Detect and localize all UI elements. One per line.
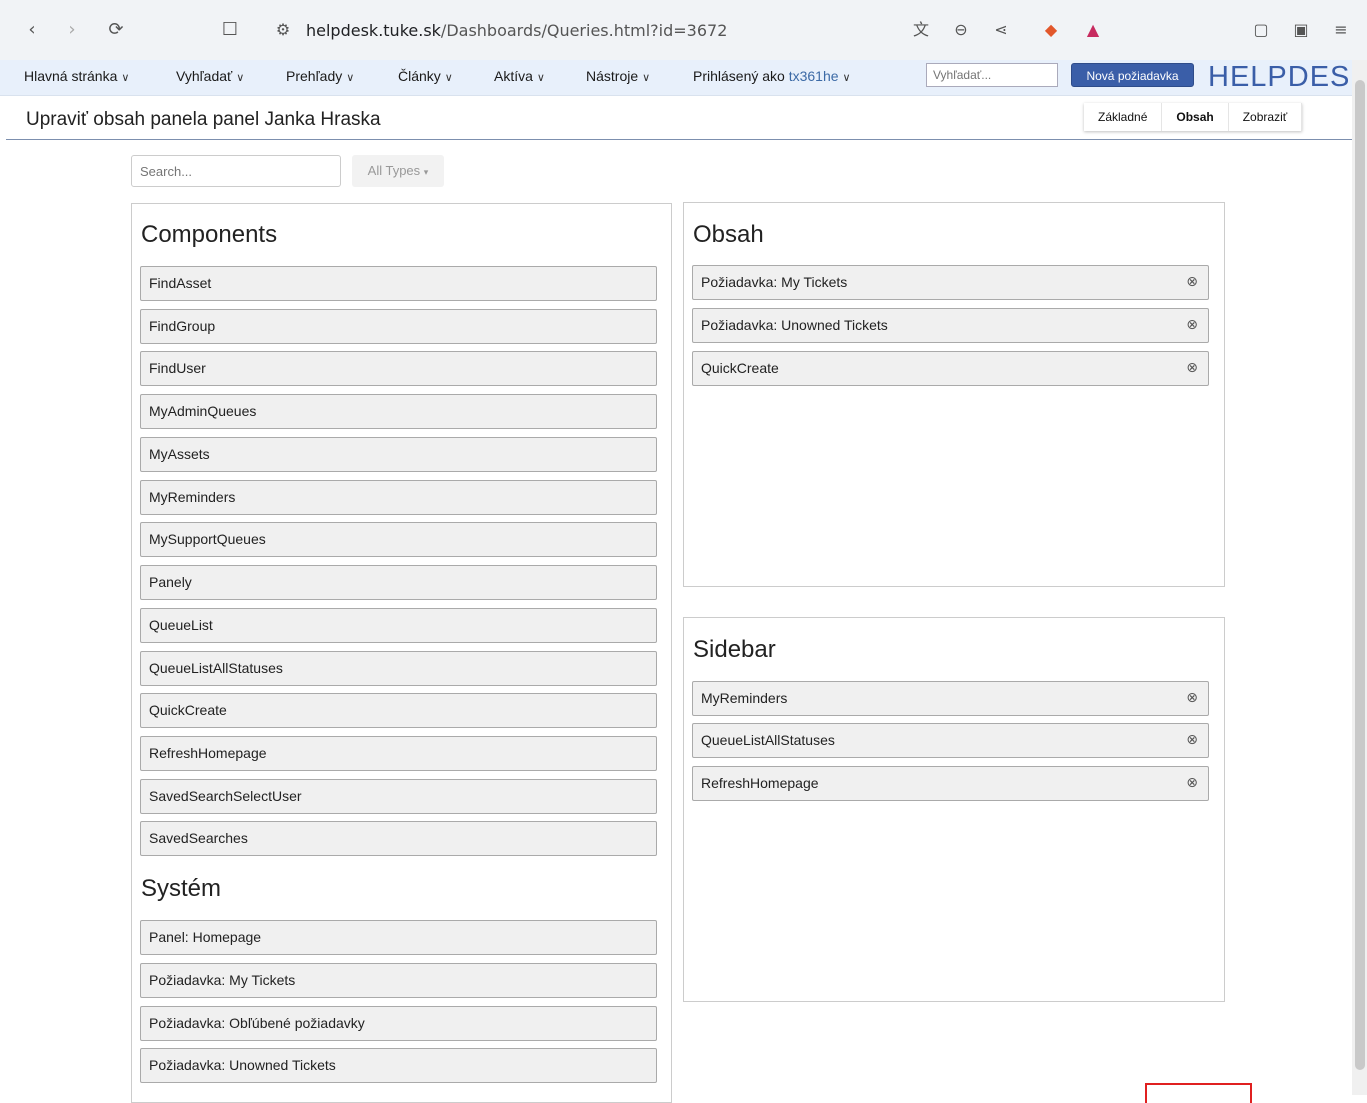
- list-item[interactable]: MyReminders ⊗: [692, 681, 1209, 716]
- list-item[interactable]: QueueListAllStatuses ⊗: [692, 723, 1209, 758]
- chevron-down-icon: ∨: [444, 72, 453, 84]
- list-item[interactable]: Požiadavka: Obľúbené požiadavky: [140, 1006, 657, 1041]
- remove-icon[interactable]: ⊗: [1186, 352, 1198, 385]
- list-item[interactable]: MyAssets: [140, 437, 657, 472]
- system-heading: Systém: [141, 875, 222, 902]
- menu-icon[interactable]: ≡: [1330, 19, 1352, 41]
- list-item-label: Požiadavka: My Tickets: [701, 274, 848, 290]
- url-host: helpdesk.tuke.sk: [306, 21, 441, 40]
- components-heading: Components: [141, 221, 278, 248]
- helpdesk-logo[interactable]: HELPDESK: [1208, 60, 1367, 94]
- zoom-icon[interactable]: ⊖: [950, 19, 972, 41]
- sidebar-heading: Sidebar: [693, 636, 776, 663]
- tab-basics[interactable]: Základné: [1084, 103, 1163, 131]
- menu-search-label: Vyhľadať: [176, 68, 233, 84]
- remove-icon[interactable]: ⊗: [1186, 309, 1198, 342]
- site-settings-icon[interactable]: ⚙: [272, 19, 294, 41]
- menu-home-label: Hlavná stránka: [24, 68, 118, 84]
- page-title: Upraviť obsah panela panel Janka Hraska: [26, 109, 381, 130]
- chevron-down-icon: ∨: [121, 72, 130, 84]
- sidebar-panel: Sidebar MyReminders ⊗ QueueListAllStatuse…: [683, 617, 1225, 1002]
- list-item[interactable]: RefreshHomepage ⊗: [692, 766, 1209, 801]
- list-item[interactable]: SavedSearchSelectUser: [140, 779, 657, 814]
- share-icon[interactable]: ⋖: [990, 19, 1012, 41]
- list-item[interactable]: SavedSearches: [140, 821, 657, 856]
- reload-icon[interactable]: ⟳: [104, 18, 128, 42]
- chevron-down-icon: ∨: [842, 72, 851, 84]
- brave-rewards-icon[interactable]: ▲: [1082, 19, 1104, 41]
- menu-search[interactable]: Vyhľadať ∨: [176, 68, 244, 84]
- tab-show[interactable]: Zobraziť: [1229, 103, 1303, 131]
- chevron-down-icon: ∨: [642, 72, 651, 84]
- list-item[interactable]: QuickCreate: [140, 693, 657, 728]
- menu-tools-label: Nástroje: [586, 68, 639, 84]
- available-panel: Components FindAsset FindGroup FindUser …: [131, 203, 672, 1103]
- list-item[interactable]: QueueList: [140, 608, 657, 643]
- wallet-icon[interactable]: ▣: [1290, 19, 1312, 41]
- list-item-label: MyReminders: [701, 690, 788, 706]
- list-item[interactable]: FindUser: [140, 351, 657, 386]
- logged-in-prefix: Prihlásený ako: [693, 68, 785, 84]
- remove-icon[interactable]: ⊗: [1186, 767, 1198, 800]
- list-item[interactable]: RefreshHomepage: [140, 736, 657, 771]
- list-item[interactable]: MyReminders: [140, 480, 657, 515]
- list-item[interactable]: FindAsset: [140, 266, 657, 301]
- tab-content[interactable]: Obsah: [1162, 103, 1229, 131]
- new-request-button[interactable]: Nová požiadavka: [1071, 63, 1194, 87]
- list-item[interactable]: Požiadavka: Unowned Tickets: [140, 1048, 657, 1083]
- remove-icon[interactable]: ⊗: [1186, 724, 1198, 757]
- scrollbar-thumb[interactable]: [1355, 80, 1365, 1070]
- list-item[interactable]: MySupportQueues: [140, 522, 657, 557]
- list-item[interactable]: QuickCreate ⊗: [692, 351, 1209, 386]
- url-path: /Dashboards/Queries.html?id=3672: [440, 21, 728, 40]
- list-item-label: Požiadavka: Unowned Tickets: [701, 317, 888, 333]
- menu-tools[interactable]: Nástroje ∨: [586, 68, 650, 84]
- menu-articles[interactable]: Články ∨: [398, 68, 453, 84]
- url-text[interactable]: helpdesk.tuke.sk/Dashboards/Queries.html…: [306, 21, 727, 40]
- list-item-label: QueueListAllStatuses: [701, 732, 835, 748]
- menu-home[interactable]: Hlavná stránka ∨: [24, 68, 129, 84]
- title-divider: [6, 139, 1352, 140]
- list-item[interactable]: FindGroup: [140, 309, 657, 344]
- menu-search-input[interactable]: [926, 63, 1058, 87]
- chevron-left-icon[interactable]: ‹: [20, 18, 44, 42]
- caret-down-icon: ▾: [423, 167, 429, 177]
- list-item[interactable]: Panely: [140, 565, 657, 600]
- list-item[interactable]: MyAdminQueues: [140, 394, 657, 429]
- bookmark-icon[interactable]: ☐: [218, 18, 242, 42]
- list-item[interactable]: Požiadavka: My Tickets: [140, 963, 657, 998]
- chevron-right-icon[interactable]: ›: [60, 18, 84, 42]
- chevron-down-icon: ∨: [536, 72, 545, 84]
- remove-icon[interactable]: ⊗: [1186, 266, 1198, 299]
- list-item-label: QuickCreate: [701, 360, 779, 376]
- menu-assets-label: Aktíva: [494, 68, 533, 84]
- sidebar-toggle-icon[interactable]: ▢: [1250, 19, 1272, 41]
- content-heading: Obsah: [693, 221, 764, 248]
- highlight-box: [1145, 1083, 1252, 1103]
- menu-assets[interactable]: Aktíva ∨: [494, 68, 545, 84]
- list-item[interactable]: QueueListAllStatuses: [140, 651, 657, 686]
- browser-toolbar: ‹ › ⟳ ☐ ⚙ helpdesk.tuke.sk/Dashboards/Qu…: [0, 0, 1367, 60]
- types-dropdown-label: All Types: [367, 163, 421, 178]
- menu-articles-label: Články: [398, 68, 441, 84]
- menu-reports-label: Prehľady: [286, 68, 343, 84]
- remove-icon[interactable]: ⊗: [1186, 682, 1198, 715]
- list-item[interactable]: Panel: Homepage: [140, 920, 657, 955]
- list-item-label: RefreshHomepage: [701, 775, 819, 791]
- content-panel: Obsah Požiadavka: My Tickets ⊗ Požiadavka…: [683, 202, 1225, 587]
- list-item[interactable]: Požiadavka: My Tickets ⊗: [692, 265, 1209, 300]
- chevron-down-icon: ∨: [346, 72, 355, 84]
- menu-logged-in[interactable]: Prihlásený ako tx361he ∨: [693, 68, 851, 84]
- username: tx361he: [788, 68, 839, 84]
- menu-reports[interactable]: Prehľady ∨: [286, 68, 354, 84]
- brave-shield-icon[interactable]: ◆: [1040, 19, 1062, 41]
- chevron-down-icon: ∨: [236, 72, 245, 84]
- list-item[interactable]: Požiadavka: Unowned Tickets ⊗: [692, 308, 1209, 343]
- component-search-input[interactable]: [131, 155, 341, 187]
- types-dropdown[interactable]: All Types ▾: [352, 155, 444, 187]
- translate-icon[interactable]: 文: [910, 19, 932, 41]
- page-tabs: Základné Obsah Zobraziť: [1084, 103, 1303, 131]
